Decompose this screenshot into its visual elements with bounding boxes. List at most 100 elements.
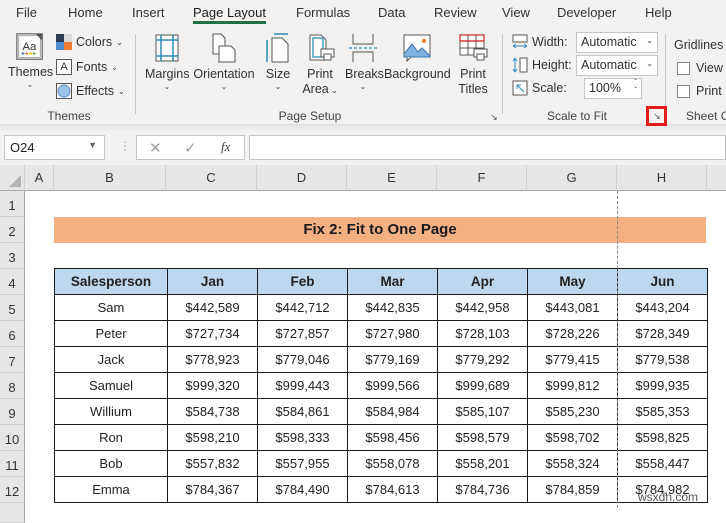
colors-button[interactable]: Colors ⌄ <box>56 34 123 50</box>
row-header-6[interactable]: 6 <box>0 321 25 347</box>
gridlines-view-checkbox[interactable] <box>677 62 690 75</box>
sales-value-cell[interactable]: $584,738 <box>167 398 258 425</box>
header-apr[interactable]: Apr <box>437 268 528 295</box>
sales-value-cell[interactable]: $598,210 <box>167 424 258 451</box>
row-header-10[interactable]: 10 <box>0 425 25 451</box>
print-titles-button[interactable]: Print Titles <box>455 32 491 97</box>
formula-input[interactable] <box>249 135 726 160</box>
salesperson-cell[interactable]: Jack <box>54 346 168 373</box>
tab-help[interactable]: Help <box>645 5 672 20</box>
row-header-3[interactable]: 3 <box>0 243 25 269</box>
header-jan[interactable]: Jan <box>167 268 258 295</box>
row-header-11[interactable]: 11 <box>0 451 25 477</box>
tab-data[interactable]: Data <box>378 5 405 20</box>
row-header-13[interactable] <box>0 503 25 523</box>
spinner-arrows-icon[interactable]: ˆˇ <box>634 79 637 95</box>
column-header-d[interactable]: D <box>257 165 347 191</box>
row-header-5[interactable]: 5 <box>0 295 25 321</box>
row-header-12[interactable]: 12 <box>0 477 25 503</box>
row-header-4[interactable]: 4 <box>0 269 25 295</box>
name-box[interactable]: O24 ▼ <box>4 135 105 160</box>
sales-value-cell[interactable]: $999,935 <box>617 372 708 399</box>
row-header-7[interactable]: 7 <box>0 347 25 373</box>
header-feb[interactable]: Feb <box>257 268 348 295</box>
sales-value-cell[interactable]: $442,835 <box>347 294 438 321</box>
sales-value-cell[interactable]: $999,812 <box>527 372 618 399</box>
tab-file[interactable]: File <box>16 5 37 20</box>
sheet-title-cell[interactable]: Fix 2: Fit to One Page <box>54 217 706 243</box>
sales-value-cell[interactable]: $784,859 <box>527 476 618 503</box>
sales-value-cell[interactable]: $557,832 <box>167 450 258 477</box>
column-header-f[interactable]: F <box>437 165 527 191</box>
sales-value-cell[interactable]: $598,579 <box>437 424 528 451</box>
sales-value-cell[interactable]: $443,081 <box>527 294 618 321</box>
height-select[interactable]: Automatic ⌄ <box>576 55 658 76</box>
sales-value-cell[interactable]: $598,702 <box>527 424 618 451</box>
sales-value-cell[interactable]: $778,923 <box>167 346 258 373</box>
tab-insert[interactable]: Insert <box>132 5 165 20</box>
column-header-c[interactable]: C <box>166 165 257 191</box>
sales-value-cell[interactable]: $728,349 <box>617 320 708 347</box>
sales-value-cell[interactable]: $443,204 <box>617 294 708 321</box>
sales-value-cell[interactable]: $727,980 <box>347 320 438 347</box>
sales-value-cell[interactable]: $779,538 <box>617 346 708 373</box>
sales-value-cell[interactable]: $784,490 <box>257 476 348 503</box>
header-salesperson[interactable]: Salesperson <box>54 268 168 295</box>
tab-formulas[interactable]: Formulas <box>296 5 350 20</box>
sales-value-cell[interactable]: $558,324 <box>527 450 618 477</box>
sales-value-cell[interactable]: $728,103 <box>437 320 528 347</box>
sales-value-cell[interactable]: $999,566 <box>347 372 438 399</box>
chevron-down-icon[interactable]: ▼ <box>88 140 97 150</box>
sales-value-cell[interactable]: $999,689 <box>437 372 528 399</box>
row-header-9[interactable]: 9 <box>0 399 25 425</box>
size-button[interactable]: Size ⌄ <box>263 32 293 92</box>
column-header-i[interactable] <box>707 165 726 191</box>
salesperson-cell[interactable]: Ron <box>54 424 168 451</box>
page-setup-launcher-icon[interactable]: ↘ <box>489 112 499 122</box>
row-header-2[interactable]: 2 <box>0 217 25 243</box>
sales-value-cell[interactable]: $598,456 <box>347 424 438 451</box>
column-header-h[interactable]: H <box>617 165 707 191</box>
sales-value-cell[interactable]: $442,958 <box>437 294 528 321</box>
sales-value-cell[interactable]: $779,415 <box>527 346 618 373</box>
enter-icon[interactable]: ✓ <box>184 139 197 157</box>
sales-value-cell[interactable]: $999,443 <box>257 372 348 399</box>
sales-value-cell[interactable]: $779,046 <box>257 346 348 373</box>
salesperson-cell[interactable]: Sam <box>54 294 168 321</box>
background-button[interactable]: Background <box>384 32 451 82</box>
header-may[interactable]: May <box>527 268 618 295</box>
column-header-b[interactable]: B <box>54 165 166 191</box>
sales-value-cell[interactable]: $598,333 <box>257 424 348 451</box>
sales-value-cell[interactable]: $728,226 <box>527 320 618 347</box>
tab-review[interactable]: Review <box>434 5 477 20</box>
salesperson-cell[interactable]: Peter <box>54 320 168 347</box>
sales-value-cell[interactable]: $558,447 <box>617 450 708 477</box>
margins-button[interactable]: Margins ⌄ <box>145 32 189 92</box>
tab-page-layout[interactable]: Page Layout <box>193 5 267 24</box>
sales-value-cell[interactable]: $584,984 <box>347 398 438 425</box>
tab-home[interactable]: Home <box>68 5 103 20</box>
insert-function-icon[interactable]: fx <box>221 139 230 155</box>
salesperson-cell[interactable]: Samuel <box>54 372 168 399</box>
salesperson-cell[interactable]: Willium <box>54 398 168 425</box>
salesperson-cell[interactable]: Emma <box>54 476 168 503</box>
fonts-button[interactable]: A Fonts ⌄ <box>56 59 118 75</box>
sales-value-cell[interactable]: $442,589 <box>167 294 258 321</box>
sales-value-cell[interactable]: $779,169 <box>347 346 438 373</box>
breaks-button[interactable]: Breaks ⌄ <box>345 32 384 92</box>
row-header-8[interactable]: 8 <box>0 373 25 399</box>
drag-handle-icon[interactable]: ⋮ <box>119 139 131 153</box>
sales-value-cell[interactable]: $727,734 <box>167 320 258 347</box>
sales-value-cell[interactable]: $442,712 <box>257 294 348 321</box>
sales-value-cell[interactable]: $557,955 <box>257 450 348 477</box>
row-header-1[interactable]: 1 <box>0 191 25 217</box>
column-header-a[interactable]: A <box>25 165 54 191</box>
salesperson-cell[interactable]: Bob <box>54 450 168 477</box>
column-header-e[interactable]: E <box>347 165 437 191</box>
sales-value-cell[interactable]: $584,861 <box>257 398 348 425</box>
tab-developer[interactable]: Developer <box>557 5 616 20</box>
sales-value-cell[interactable]: $784,367 <box>167 476 258 503</box>
column-header-g[interactable]: G <box>527 165 617 191</box>
sales-value-cell[interactable]: $779,292 <box>437 346 528 373</box>
sales-value-cell[interactable]: $727,857 <box>257 320 348 347</box>
